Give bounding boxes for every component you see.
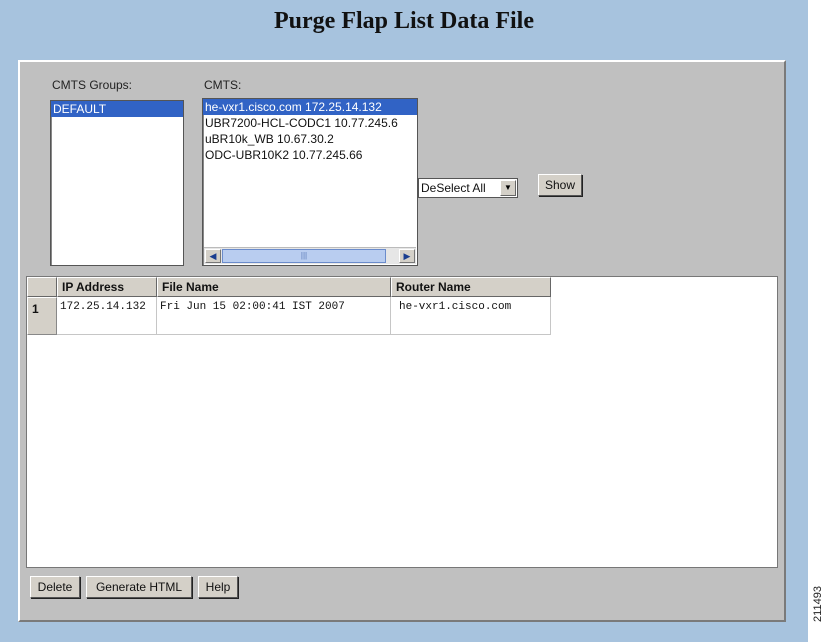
- generate-html-button[interactable]: Generate HTML: [86, 576, 192, 598]
- cell-ip-address[interactable]: 172.25.14.132: [57, 297, 157, 335]
- delete-button[interactable]: Delete: [30, 576, 80, 598]
- cmts-horizontal-scrollbar[interactable]: ◀ ||| ▶: [204, 247, 416, 264]
- select-all-combo[interactable]: DeSelect All ▼: [418, 178, 518, 198]
- cmts-groups-label: CMTS Groups:: [52, 78, 133, 92]
- cell-router-name[interactable]: he-vxr1.cisco.com: [391, 297, 551, 335]
- flap-list-table: IP Address File Name Router Name 1 172.2…: [26, 276, 778, 568]
- figure-id-text: 211493: [812, 586, 824, 622]
- select-all-combo-value: DeSelect All: [421, 181, 486, 195]
- column-header-router-name[interactable]: Router Name: [391, 277, 551, 297]
- scroll-thumb[interactable]: |||: [222, 249, 386, 263]
- cell-file-name[interactable]: Fri Jun 15 02:00:41 IST 2007: [157, 297, 391, 335]
- row-number-header: [27, 277, 57, 297]
- group-item-default[interactable]: DEFAULT: [51, 101, 183, 117]
- row-number: 1: [27, 297, 57, 335]
- figure-id: 211493: [808, 574, 828, 634]
- cmts-item[interactable]: he-vxr1.cisco.com 172.25.14.132: [203, 99, 417, 115]
- scroll-right-icon[interactable]: ▶: [399, 249, 415, 263]
- cmts-label: CMTS:: [204, 78, 242, 92]
- scroll-left-icon[interactable]: ◀: [205, 249, 221, 263]
- page-title: Purge Flap List Data File: [274, 8, 534, 34]
- chevron-down-icon[interactable]: ▼: [500, 180, 516, 196]
- main-panel: CMTS Groups: CMTS: DEFAULT he-vxr1.cisco…: [18, 60, 786, 622]
- column-header-ip-address[interactable]: IP Address: [57, 277, 157, 297]
- cmts-groups-list[interactable]: DEFAULT: [50, 100, 184, 266]
- page-frame: Purge Flap List Data File CMTS Groups: C…: [0, 0, 808, 642]
- help-button[interactable]: Help: [198, 576, 238, 598]
- cmts-list[interactable]: he-vxr1.cisco.com 172.25.14.132 UBR7200-…: [202, 98, 418, 266]
- show-button[interactable]: Show: [538, 174, 582, 196]
- cmts-item[interactable]: uBR10k_WB 10.67.30.2: [203, 131, 417, 147]
- cmts-item[interactable]: ODC-UBR10K2 10.77.245.66: [203, 147, 417, 163]
- column-header-file-name[interactable]: File Name: [157, 277, 391, 297]
- cmts-item[interactable]: UBR7200-HCL-CODC1 10.77.245.6: [203, 115, 417, 131]
